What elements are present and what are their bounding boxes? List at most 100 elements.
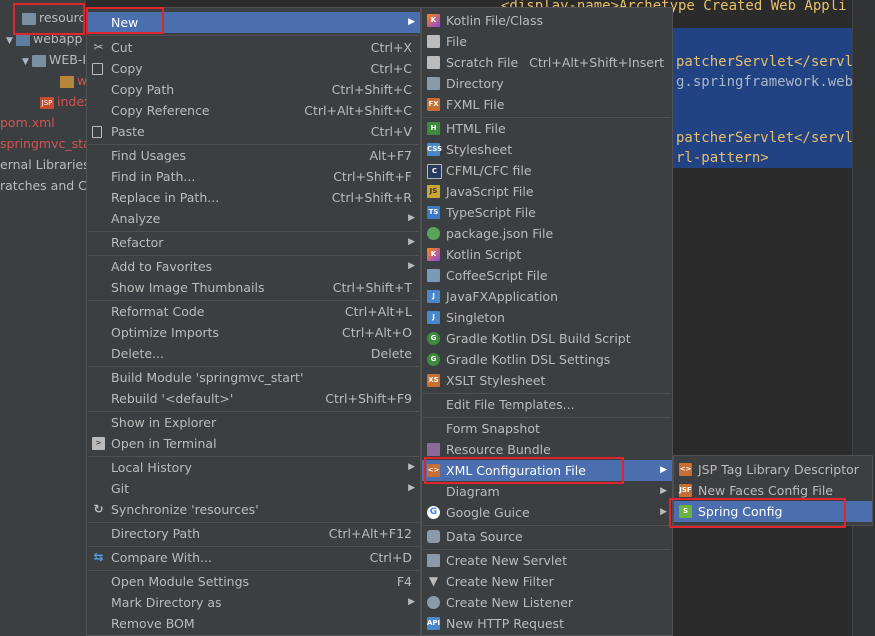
tree-item-external-libraries[interactable]: ernal Libraries bbox=[0, 154, 86, 175]
npm-icon bbox=[427, 227, 440, 240]
menu-item-git[interactable]: Git ▶ bbox=[87, 478, 420, 499]
menu-item-html-file[interactable]: H HTML File bbox=[422, 118, 672, 139]
tree-item-scratches[interactable]: ratches and Co bbox=[0, 175, 86, 196]
menu-item-gradle-settings[interactable]: G Gradle Kotlin DSL Settings bbox=[422, 349, 672, 370]
menu-item-compare-with[interactable]: ⇆ Compare With... Ctrl+D bbox=[87, 547, 420, 568]
copy-icon bbox=[92, 63, 103, 75]
tree-item-pom[interactable]: pom.xml bbox=[0, 112, 55, 133]
expand-arrow-icon[interactable]: ▼ bbox=[22, 52, 32, 73]
menu-item-copy-reference[interactable]: Copy Reference Ctrl+Alt+Shift+C bbox=[87, 100, 420, 121]
tree-item-web-inf[interactable]: ▼ WEB-INF bbox=[22, 49, 86, 70]
menu-item-gradle-build-script[interactable]: G Gradle Kotlin DSL Build Script bbox=[422, 328, 672, 349]
tree-item-webapp[interactable]: ▼ webapp bbox=[6, 28, 82, 49]
tree-item-module[interactable]: springmvc_start bbox=[0, 133, 86, 154]
menu-item-reformat-code[interactable]: Reformat Code Ctrl+Alt+L bbox=[87, 301, 420, 322]
menu-item-find-usages[interactable]: Find Usages Alt+F7 bbox=[87, 145, 420, 166]
menu-item-kotlin-file[interactable]: K Kotlin File/Class bbox=[422, 10, 672, 31]
scratch-icon bbox=[427, 56, 440, 69]
submenu-arrow-icon: ▶ bbox=[408, 597, 415, 607]
file-icon bbox=[427, 35, 440, 48]
tree-label: ratches and Co bbox=[0, 178, 86, 193]
menu-item-open-module-settings[interactable]: Open Module Settings F4 bbox=[87, 571, 420, 592]
menu-item-form-snapshot[interactable]: Form Snapshot bbox=[422, 418, 672, 439]
menu-item-delete[interactable]: Delete... Delete bbox=[87, 343, 420, 364]
menu-item-rebuild[interactable]: Rebuild '<default>' Ctrl+Shift+F9 bbox=[87, 388, 420, 409]
folder-icon bbox=[427, 77, 440, 90]
listener-icon bbox=[427, 596, 440, 609]
menu-item-create-new-servlet[interactable]: Create New Servlet bbox=[422, 550, 672, 571]
menu-item-google-guice[interactable]: G Google Guice ▶ bbox=[422, 502, 672, 523]
sync-icon: ↻ bbox=[93, 502, 104, 516]
resource-bundle-icon bbox=[427, 443, 440, 456]
menu-item-faces-config[interactable]: JSF New Faces Config File bbox=[674, 480, 872, 501]
menu-item-remove-bom[interactable]: Remove BOM bbox=[87, 613, 420, 634]
menu-item-file[interactable]: File bbox=[422, 31, 672, 52]
api-icon: API bbox=[427, 617, 440, 630]
menu-item-directory-path[interactable]: Directory Path Ctrl+Alt+F12 bbox=[87, 523, 420, 544]
menu-item-resource-bundle[interactable]: Resource Bundle bbox=[422, 439, 672, 460]
jsp-file-icon: JSP bbox=[40, 96, 54, 109]
menu-item-xslt-stylesheet[interactable]: XS XSLT Stylesheet bbox=[422, 370, 672, 391]
menu-item-fxml-file[interactable]: FX FXML File bbox=[422, 94, 672, 115]
menu-item-create-new-listener[interactable]: Create New Listener bbox=[422, 592, 672, 613]
kotlin-icon: K bbox=[427, 14, 440, 27]
menu-item-data-source[interactable]: Data Source bbox=[422, 526, 672, 547]
cut-icon: ✂ bbox=[93, 40, 104, 54]
menu-item-new[interactable]: New ▶ bbox=[87, 12, 420, 33]
filter-icon: ▼ bbox=[428, 574, 439, 588]
menu-item-copy[interactable]: Copy Ctrl+C bbox=[87, 58, 420, 79]
menu-item-edit-file-templates[interactable]: Edit File Templates... bbox=[422, 394, 672, 415]
menu-item-javafx-application[interactable]: J JavaFXApplication bbox=[422, 286, 672, 307]
menu-item-copy-path[interactable]: Copy Path Ctrl+Shift+C bbox=[87, 79, 420, 100]
menu-item-kotlin-script[interactable]: K Kotlin Script bbox=[422, 244, 672, 265]
cfml-icon: C bbox=[427, 164, 442, 179]
menu-item-optimize-imports[interactable]: Optimize Imports Ctrl+Alt+O bbox=[87, 322, 420, 343]
menu-item-scratch-file[interactable]: Scratch File Ctrl+Alt+Shift+Insert bbox=[422, 52, 672, 73]
menu-item-paste[interactable]: Paste Ctrl+V bbox=[87, 121, 420, 142]
kotlin-script-icon: K bbox=[427, 248, 440, 261]
compare-icon: ⇆ bbox=[93, 550, 104, 564]
menu-item-analyze[interactable]: Analyze ▶ bbox=[87, 208, 420, 229]
tree-label: springmvc_start bbox=[0, 136, 86, 151]
menu-item-synchronize[interactable]: ↻ Synchronize 'resources' bbox=[87, 499, 420, 520]
submenu-arrow-icon: ▶ bbox=[660, 507, 667, 517]
submenu-arrow-icon: ▶ bbox=[408, 261, 415, 271]
menu-item-typescript-file[interactable]: TS TypeScript File bbox=[422, 202, 672, 223]
menu-item-new-http-request[interactable]: API New HTTP Request bbox=[422, 613, 672, 634]
database-icon bbox=[427, 530, 440, 543]
menu-item-directory[interactable]: Directory bbox=[422, 73, 672, 94]
menu-item-cut[interactable]: ✂ Cut Ctrl+X bbox=[87, 37, 420, 58]
menu-item-local-history[interactable]: Local History ▶ bbox=[87, 457, 420, 478]
submenu-arrow-icon: ▶ bbox=[660, 486, 667, 496]
tree-item-web-xml[interactable]: w bbox=[60, 70, 86, 91]
menu-item-show-in-explorer[interactable]: Show in Explorer bbox=[87, 412, 420, 433]
menu-item-add-to-favorites[interactable]: Add to Favorites ▶ bbox=[87, 256, 420, 277]
submenu-arrow-icon: ▶ bbox=[408, 462, 415, 472]
menu-item-stylesheet[interactable]: CSS Stylesheet bbox=[422, 139, 672, 160]
coffee-icon bbox=[427, 269, 440, 282]
expand-arrow-icon[interactable]: ▼ bbox=[6, 31, 16, 52]
tree-label: pom.xml bbox=[0, 115, 55, 130]
menu-item-jsp-tag-library[interactable]: <> JSP Tag Library Descriptor bbox=[674, 459, 872, 480]
tree-item-index-jsp[interactable]: JSPindex bbox=[40, 91, 86, 112]
menu-item-spring-config[interactable]: S Spring Config bbox=[674, 501, 872, 522]
tree-item-resources[interactable]: resources bbox=[22, 7, 86, 28]
project-panel: resources ▼webapp ▼WEB-INF w JSPindex po… bbox=[0, 0, 86, 636]
menu-item-build-module[interactable]: Build Module 'springmvc_start' bbox=[87, 367, 420, 388]
menu-item-javascript-file[interactable]: JS JavaScript File bbox=[422, 181, 672, 202]
menu-item-xml-configuration-file[interactable]: <> XML Configuration File ▶ bbox=[422, 460, 672, 481]
menu-item-find-in-path[interactable]: Find in Path... Ctrl+Shift+F bbox=[87, 166, 420, 187]
menu-item-diagram[interactable]: Diagram ▶ bbox=[422, 481, 672, 502]
menu-item-replace-in-path[interactable]: Replace in Path... Ctrl+Shift+R bbox=[87, 187, 420, 208]
menu-item-refactor[interactable]: Refactor ▶ bbox=[87, 232, 420, 253]
menu-item-cfml-file[interactable]: C CFML/CFC file bbox=[422, 160, 672, 181]
submenu-arrow-icon: ▶ bbox=[408, 17, 415, 27]
menu-item-create-new-filter[interactable]: ▼ Create New Filter bbox=[422, 571, 672, 592]
menu-item-coffeescript-file[interactable]: CoffeeScript File bbox=[422, 265, 672, 286]
menu-item-package-json[interactable]: package.json File bbox=[422, 223, 672, 244]
menu-item-singleton[interactable]: J Singleton bbox=[422, 307, 672, 328]
menu-item-open-in-terminal[interactable]: > Open in Terminal bbox=[87, 433, 420, 454]
menu-item-show-image-thumbnails[interactable]: Show Image Thumbnails Ctrl+Shift+T bbox=[87, 277, 420, 298]
menu-item-mark-directory-as[interactable]: Mark Directory as ▶ bbox=[87, 592, 420, 613]
submenu-arrow-icon: ▶ bbox=[660, 465, 667, 475]
